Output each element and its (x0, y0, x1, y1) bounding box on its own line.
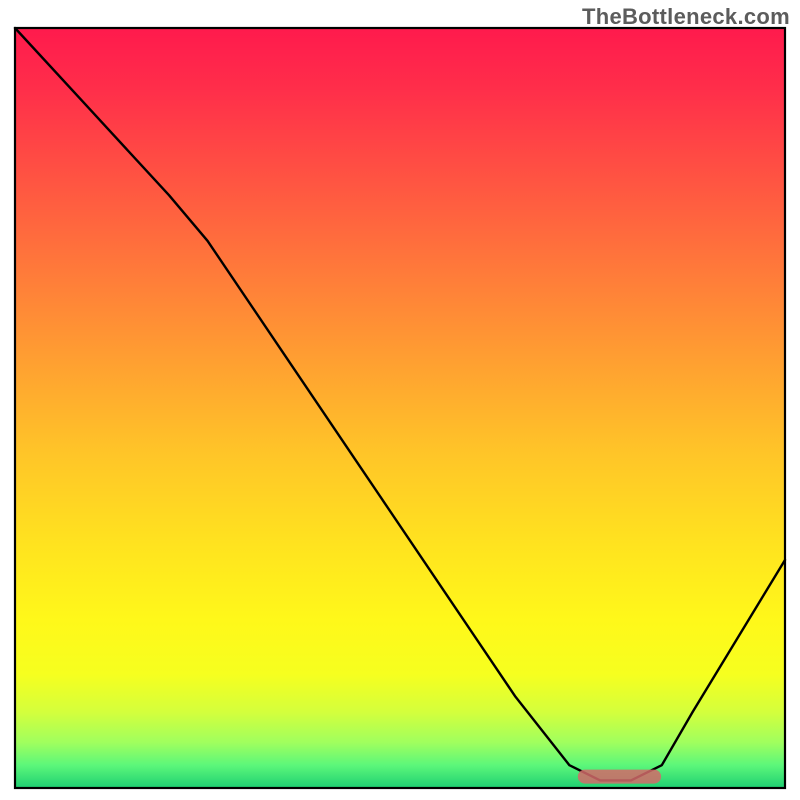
chart-container: TheBottleneck.com (0, 0, 800, 800)
chart-overlay (15, 28, 785, 788)
watermark-text: TheBottleneck.com (582, 4, 790, 30)
bottleneck-curve (15, 28, 785, 780)
plot-border (15, 28, 785, 788)
plot-area (15, 28, 785, 788)
